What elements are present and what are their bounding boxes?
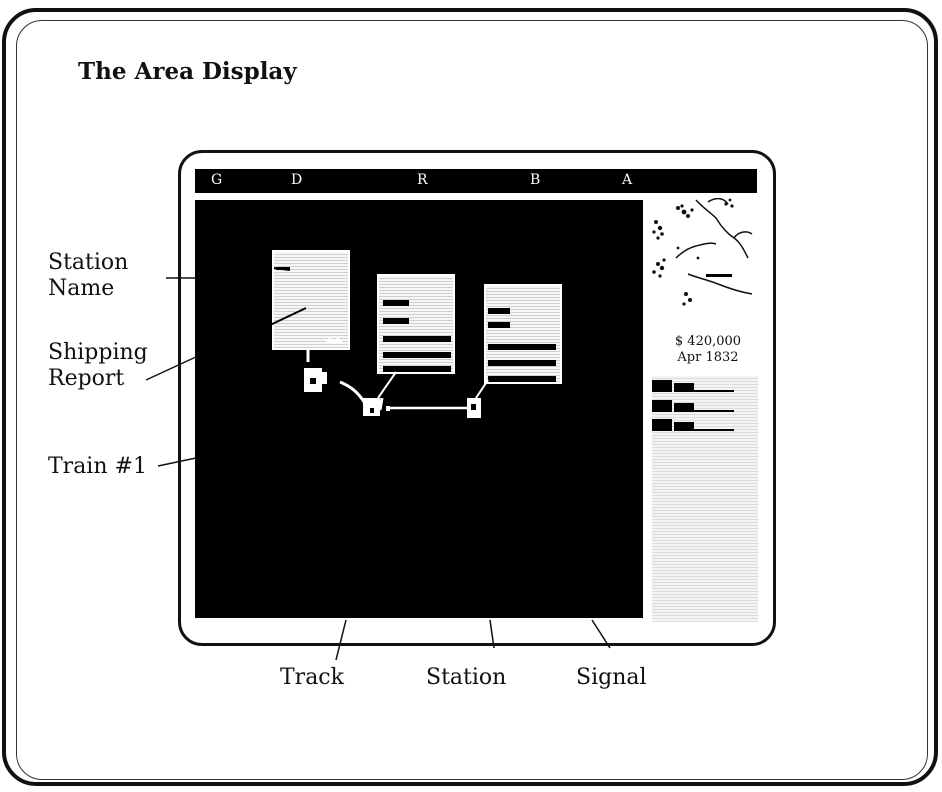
callout-signal: Signal (576, 665, 647, 690)
signal-icon (386, 406, 390, 411)
callout-station: Station (426, 665, 507, 690)
callout-shipping-report: Shipping Report (48, 340, 148, 391)
callout-train: Train #1 (48, 454, 147, 479)
track-segment (378, 397, 384, 411)
callout-track: Track (280, 665, 344, 690)
track-segment (339, 380, 366, 403)
callout-station-name: Station Name (48, 250, 129, 301)
station-icon (363, 398, 380, 416)
